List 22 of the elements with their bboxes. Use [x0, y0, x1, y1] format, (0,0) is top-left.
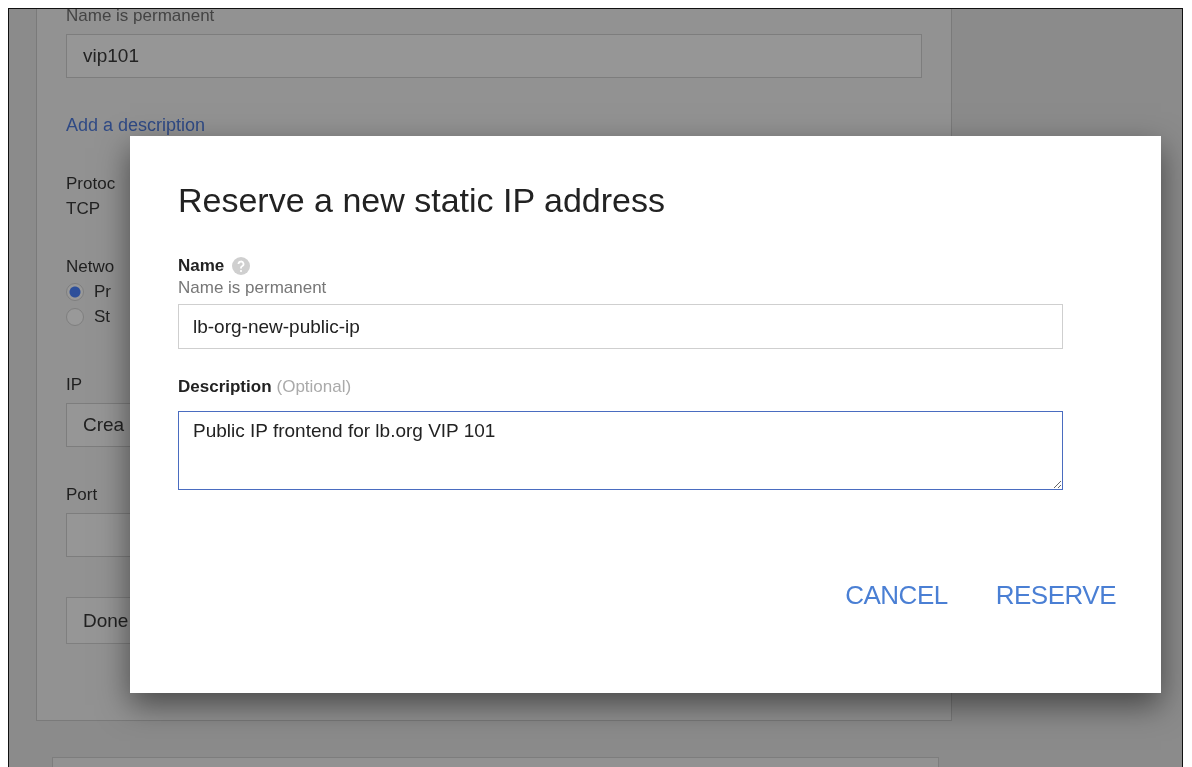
radio-button[interactable] [66, 308, 84, 326]
field-hint: Name is permanent [66, 9, 215, 25]
field-label: Port [66, 485, 98, 505]
field-label: Description [178, 377, 272, 397]
field-label: Netwo [66, 257, 115, 277]
radio-button[interactable] [66, 283, 84, 301]
name-input[interactable]: lb-org-new-public-ip [178, 304, 1063, 349]
field-label: Protoc [66, 174, 116, 194]
cancel-button[interactable]: CANCEL [845, 576, 948, 615]
name-field[interactable]: vip101 [66, 34, 922, 78]
field-hint: Name is permanent [178, 278, 327, 298]
field-value: TCP [66, 199, 100, 219]
radio-label: St [94, 307, 111, 327]
field-label: IP [66, 375, 83, 395]
dialog-title: Reserve a new static IP address [178, 180, 665, 220]
description-textarea[interactable]: Public IP frontend for lb.org VIP 101 [178, 411, 1063, 490]
help-icon[interactable] [232, 257, 251, 275]
radio-label: Pr [94, 282, 111, 302]
add-description-link[interactable]: Add a description [66, 115, 206, 136]
field-label: Name [178, 256, 225, 276]
reserve-button[interactable]: RESERVE [995, 576, 1116, 615]
optional-note: (Optional) [276, 377, 352, 397]
